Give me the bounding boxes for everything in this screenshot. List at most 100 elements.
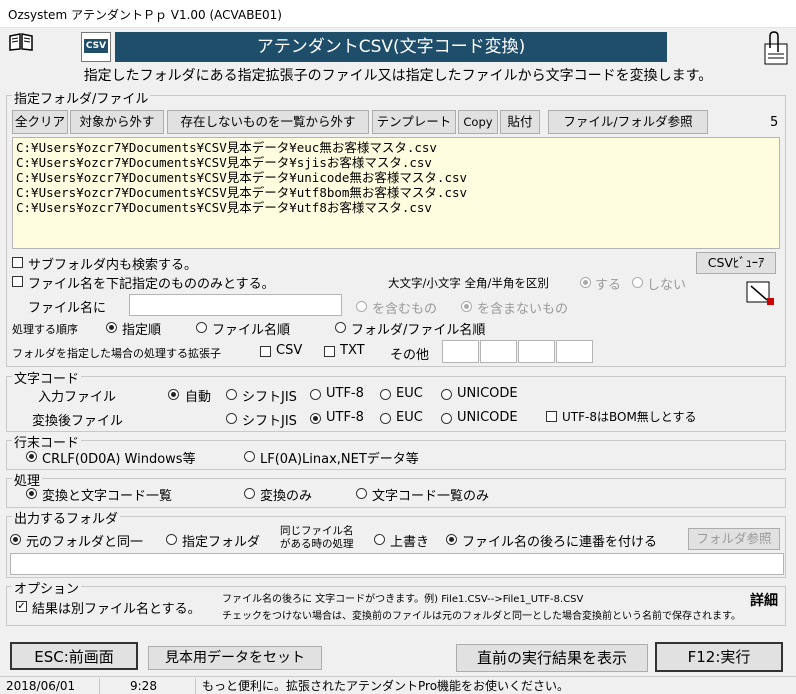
output-file-label: 変換後ファイル (32, 414, 124, 429)
book-icon[interactable] (8, 32, 34, 52)
case-yes-label: する (595, 278, 622, 293)
no-bom-label: UTF-8はBOM無しとする (562, 410, 697, 424)
serial-label: ファイル名の後ろに連番を付ける (462, 535, 658, 550)
clip-icon[interactable] (762, 30, 790, 66)
input-unicode-radio[interactable] (441, 389, 452, 400)
output-utf8-label: UTF-8 (326, 410, 364, 425)
process-both-radio[interactable] (26, 488, 37, 499)
list-item[interactable]: C:¥Users¥ozcr7¥Documents¥CSV見本データ¥unicod… (16, 170, 776, 185)
list-item[interactable]: C:¥Users¥ozcr7¥Documents¥CSV見本データ¥utf8お客… (16, 200, 776, 215)
input-sjis-label: シフトJIS (242, 390, 297, 405)
status-date: 2018/06/01 (0, 678, 100, 694)
esc-back-button[interactable]: ESC:前画面 (10, 642, 138, 670)
ext-other-input-1[interactable] (442, 340, 479, 363)
csv-viewer-button[interactable]: CSVﾋﾞｭｰｱ (696, 252, 776, 274)
ext-other-input-4[interactable] (556, 340, 593, 363)
output-folder-input[interactable] (10, 553, 784, 575)
ext-other-input-3[interactable] (518, 340, 555, 363)
input-euc-radio[interactable] (380, 389, 391, 400)
output-euc-radio[interactable] (380, 413, 391, 424)
same-folder-radio[interactable] (10, 534, 21, 545)
show-last-result-button[interactable]: 直前の実行結果を表示 (456, 644, 648, 672)
page-description: 指定したフォルダにある指定拡張子のファイル又は指定したファイルから文字コードを変… (83, 68, 713, 84)
encoding-group-label: 文字コード (12, 368, 82, 387)
process-both-label: 変換と文字コード一覧 (42, 489, 173, 504)
f12-run-button[interactable]: F12:実行 (655, 642, 783, 672)
input-file-label: 入力ファイル (38, 390, 117, 405)
ext-other-label: その他 (390, 348, 430, 363)
contains-radio[interactable] (356, 301, 367, 312)
overwrite-radio[interactable] (374, 534, 385, 545)
process-convert-radio[interactable] (244, 488, 255, 499)
contains-label: を含むもの (372, 302, 438, 317)
list-item[interactable]: C:¥Users¥ozcr7¥Documents¥CSV見本データ¥sjisお客… (16, 155, 776, 170)
order-filename-radio[interactable] (196, 322, 207, 333)
eol-lf-radio[interactable] (244, 451, 255, 462)
process-group-label: 処理 (12, 470, 43, 489)
not-contains-label: を含まないもの (477, 302, 569, 317)
filename-label: ファイル名に (28, 301, 107, 316)
specified-folder-radio[interactable] (166, 534, 177, 545)
output-euc-label: EUC (396, 410, 423, 425)
case-sensitive-label: 大文字/小文字 全角/半角を区別 (388, 276, 549, 290)
eol-lf-label: LF(0A)Linax,NETデータ等 (260, 452, 419, 467)
filename-input[interactable] (129, 294, 342, 316)
option-note-1: ファイル名の後ろに 文字コードがつきます。例) File1.CSV-->File… (222, 594, 584, 605)
process-list-radio[interactable] (356, 488, 367, 499)
input-utf8-radio[interactable] (310, 389, 321, 400)
file-folder-browse-button[interactable]: ファイル/フォルダ参照 (548, 110, 708, 134)
order-path-radio[interactable] (335, 322, 346, 333)
overwrite-label: 上書き (390, 535, 430, 550)
template-button[interactable]: テンプレート (372, 110, 456, 134)
csv-icon-label: CSV (84, 39, 108, 53)
file-list[interactable]: C:¥Users¥ozcr7¥Documents¥CSV見本データ¥euc無お客… (12, 137, 780, 249)
option-group-label: オプション (12, 578, 82, 597)
output-sjis-radio[interactable] (226, 413, 237, 424)
list-item[interactable]: C:¥Users¥ozcr7¥Documents¥CSV見本データ¥utf8bo… (16, 185, 776, 200)
order-path-label: フォルダ/ファイル名順 (351, 323, 486, 338)
details-link[interactable]: 詳細 (750, 590, 778, 610)
eol-crlf-label: CRLF(0D0A) Windows等 (42, 452, 196, 467)
list-item[interactable]: C:¥Users¥ozcr7¥Documents¥CSV見本データ¥euc無お客… (16, 140, 776, 155)
ext-csv-label: CSV (276, 343, 303, 358)
filename-filter-checkbox[interactable] (12, 276, 23, 287)
paste-button[interactable]: 貼付 (500, 110, 540, 134)
page-banner: アテンダントCSV(文字コード変換) (115, 32, 667, 62)
copy-button[interactable]: Copy (458, 110, 498, 134)
input-auto-label: 自動 (185, 390, 212, 405)
case-no-radio[interactable] (632, 277, 643, 288)
remove-target-button[interactable]: 対象から外す (70, 110, 164, 134)
set-sample-data-button[interactable]: 見本用データをセット (148, 646, 322, 670)
serial-radio[interactable] (446, 534, 457, 545)
order-specified-radio[interactable] (106, 322, 117, 333)
filename-filter-label: ファイル名を下記指定のもののみとする。 (28, 277, 275, 292)
output-utf8-radio[interactable] (310, 413, 321, 424)
output-unicode-radio[interactable] (441, 413, 452, 424)
process-convert-label: 変換のみ (260, 489, 313, 504)
ext-txt-label: TXT (340, 343, 365, 358)
eol-crlf-radio[interactable] (26, 451, 37, 462)
folder-browse-button[interactable]: フォルダ参照 (688, 528, 780, 550)
output-folder-group-label: 出力するフォルダ (12, 508, 121, 527)
viewer-resize-icon[interactable] (745, 278, 777, 308)
ext-txt-checkbox[interactable] (324, 346, 335, 357)
not-contains-radio[interactable] (461, 301, 472, 312)
separate-file-checkbox[interactable]: ✓ (16, 601, 27, 612)
status-time: 9:28 (100, 678, 196, 694)
case-yes-radio[interactable] (580, 277, 591, 288)
search-subfolders-checkbox[interactable] (12, 257, 23, 268)
output-sjis-label: シフトJIS (242, 414, 297, 429)
folder-group-label: 指定フォルダ/ファイル (12, 88, 151, 107)
remove-missing-button[interactable]: 存在しないものを一覧から外す (167, 110, 369, 134)
title-bar: Ozsystem アテンダントＰｐ V1.00 (ACVABE01) (0, 0, 796, 28)
ext-csv-checkbox[interactable] (260, 346, 271, 357)
input-sjis-radio[interactable] (226, 389, 237, 400)
no-bom-checkbox[interactable] (546, 411, 557, 422)
file-count: 5 (770, 115, 779, 130)
ext-other-input-2[interactable] (480, 340, 517, 363)
order-specified-label: 指定順 (122, 323, 162, 338)
process-list-label: 文字コード一覧のみ (372, 489, 490, 504)
output-unicode-label: UNICODE (457, 410, 518, 425)
clear-all-button[interactable]: 全クリア (12, 110, 68, 134)
input-auto-radio[interactable] (168, 389, 179, 400)
